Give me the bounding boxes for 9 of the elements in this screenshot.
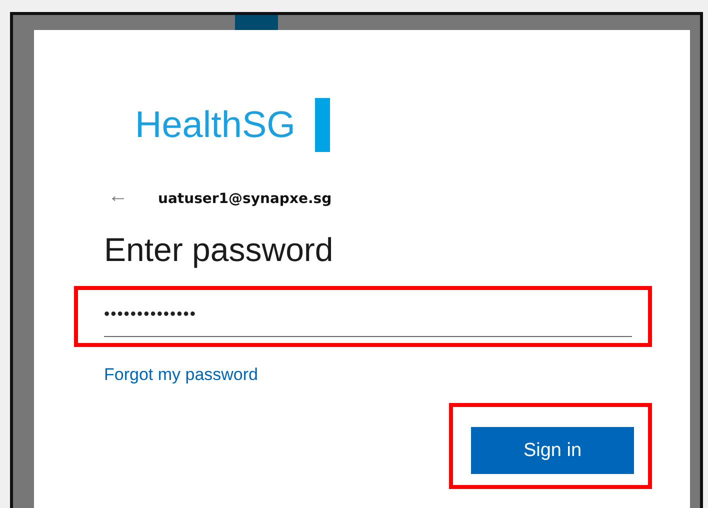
logo-bar-icon [315, 98, 330, 152]
password-field[interactable]: •••••••••••••• [104, 298, 632, 337]
logo-text: HealthSG [135, 103, 296, 147]
sign-in-button[interactable]: Sign in [471, 427, 634, 474]
forgot-password-link[interactable]: Forgot my password [104, 365, 258, 385]
background-block [235, 15, 278, 30]
account-email: uatuser1@synapxe.sg [158, 191, 332, 207]
back-button[interactable]: ← [108, 184, 128, 208]
page-heading: Enter password [104, 230, 334, 270]
